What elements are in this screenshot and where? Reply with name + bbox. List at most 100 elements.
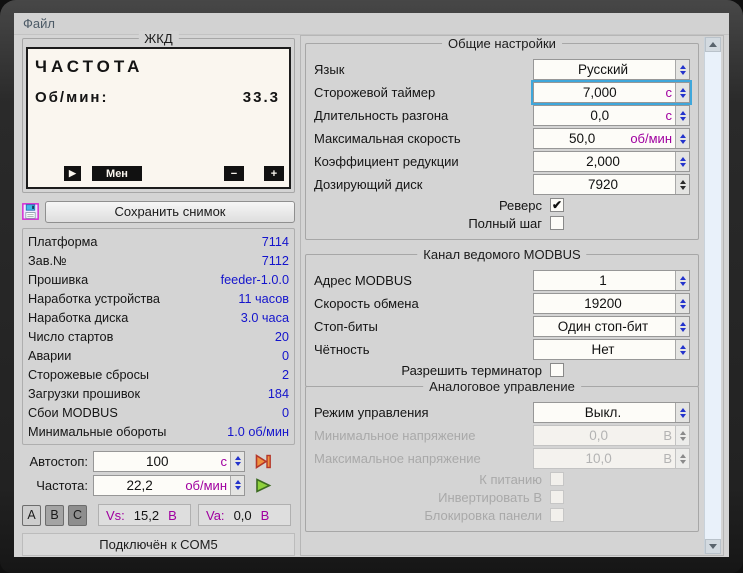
reverse-checkbox[interactable]: ✔ [550,198,564,212]
play-icon [256,477,272,493]
spin-buttons[interactable] [675,60,689,79]
lcd-line2: Об/мин: 33.3 [35,89,280,106]
spin-buttons[interactable] [675,271,689,290]
check-mark-icon: ✔ [551,198,563,212]
terminator-checkbox[interactable] [550,363,564,377]
scroll-down-button[interactable] [705,539,721,554]
ramp-duration-spinbox[interactable]: 0,0 с [533,105,690,126]
max-speed-spinbox[interactable]: 50,0 об/мин [533,128,690,149]
spin-down-icon[interactable] [679,350,686,355]
dosing-disk-row: Дозирующий диск 7920 [314,174,690,195]
spin-down-icon[interactable] [679,93,686,98]
spin-up-icon[interactable] [679,344,686,349]
language-spinbox[interactable]: Русский [533,59,690,80]
spin-up-icon[interactable] [679,133,686,138]
spin-buttons[interactable] [230,451,244,471]
baud-rate-row: Скорость обмена 19200 [314,293,690,314]
spin-buttons[interactable] [230,475,244,495]
spin-down-icon[interactable] [679,413,686,418]
window-frame: Файл ЖКД ЧАСТОТА Об/мин: 33.3 ▶ Мен − + [0,0,743,573]
spin-down-icon [679,436,686,441]
menu-file[interactable]: Файл [14,16,64,31]
spin-down-icon[interactable] [679,139,686,144]
spin-up-icon[interactable] [679,179,686,184]
spin-down-icon[interactable] [679,281,686,286]
spin-buttons[interactable] [675,294,689,313]
watchdog-timer-spinbox[interactable]: 7,000 с [531,80,692,105]
general-settings-title: Общие настройки [442,36,562,51]
parity-row: Чётность Нет [314,339,690,360]
spin-down-icon[interactable] [234,462,241,466]
min-voltage-spinbox: 0,0 В [533,425,690,446]
full-step-checkbox[interactable] [550,216,564,230]
analog-control-group: Аналоговое управление Режим управления В… [305,379,699,532]
preset-a-button[interactable]: A [22,504,41,526]
max-speed-row: Максимальная скорость 50,0 об/мин [314,128,690,149]
settings-scroll-area: Общие настройки Язык Русский Сторожевой … [300,35,724,556]
spin-up-icon[interactable] [679,275,686,280]
spin-buttons[interactable] [675,83,689,102]
spin-up-icon [679,430,686,435]
preset-c-button[interactable]: C [68,504,87,526]
lcd-play-icon: ▶ [64,166,81,181]
start-button[interactable] [251,474,275,496]
chevron-up-icon [709,42,717,47]
spin-up-icon[interactable] [679,64,686,69]
run-to-stop-button[interactable] [251,450,275,472]
spin-buttons[interactable] [675,129,689,148]
vertical-scrollbar[interactable] [704,37,721,554]
stop-bits-spinbox[interactable]: Один стоп-бит [533,316,690,337]
modbus-channel-group: Канал ведомого MODBUS Адрес MODBUS 1 Ско… [305,247,699,387]
analog-group-title: Аналоговое управление [423,379,581,394]
lcd-minus-key: − [224,166,244,181]
lcd-line1: ЧАСТОТА [35,57,144,76]
scroll-up-button[interactable] [705,37,721,52]
floppy-disk-icon [22,203,39,220]
spin-down-icon[interactable] [679,185,686,190]
preset-b-button[interactable]: B [45,504,64,526]
prop-row-disk-hours: Наработка диска 3.0 часа [28,310,289,325]
prop-row-modbus-errors: Сбои MODBUS 0 [28,406,289,421]
spin-down-icon[interactable] [679,70,686,75]
save-snapshot-button[interactable]: Сохранить снимок [45,200,295,223]
spin-down-icon[interactable] [679,327,686,332]
modbus-address-spinbox[interactable]: 1 [533,270,690,291]
va-voltage-display: Va: 0,0 В [198,504,291,526]
prop-row-serial: Зав.№ 7112 [28,253,289,268]
spin-up-icon[interactable] [679,407,686,412]
spin-up-icon[interactable] [679,87,686,92]
prop-row-device-hours: Наработка устройства 11 часов [28,291,289,306]
spin-buttons[interactable] [675,403,689,422]
reduction-ratio-spinbox[interactable]: 2,000 [533,151,690,172]
spin-down-icon[interactable] [679,162,686,167]
watchdog-timer-row: Сторожевой таймер 7,000 с [314,80,692,105]
spin-buttons[interactable] [675,106,689,125]
control-mode-spinbox[interactable]: Выкл. [533,402,690,423]
spin-down-icon[interactable] [679,116,686,121]
frequency-spinbox[interactable]: 22,2 об/мин [93,474,245,496]
spin-up-icon[interactable] [679,298,686,303]
prop-row-platform: Платформа 7114 [28,234,289,249]
spin-buttons[interactable] [675,317,689,336]
skip-to-end-icon [255,453,271,469]
baud-rate-spinbox[interactable]: 19200 [533,293,690,314]
prop-row-watchdog-resets: Сторожевые сбросы 2 [28,368,289,383]
spin-up-icon[interactable] [234,456,241,460]
spin-buttons[interactable] [675,152,689,171]
spin-up-icon[interactable] [234,480,241,484]
spin-down-icon[interactable] [679,304,686,309]
spin-buttons[interactable] [675,340,689,359]
spin-down-icon[interactable] [234,486,241,490]
spin-up-icon[interactable] [679,156,686,161]
dosing-disk-spinbox[interactable]: 7920 [533,174,690,195]
spin-up-icon[interactable] [679,321,686,326]
spin-buttons[interactable] [675,175,689,194]
full-step-row: Полный шаг [314,215,690,231]
prop-row-alarms: Аварии 0 [28,349,289,364]
vs-voltage-display: Vs: 15,2 В [98,504,191,526]
prop-row-fw-loads: Загрузки прошивок 184 [28,387,289,402]
parity-spinbox[interactable]: Нет [533,339,690,360]
spin-up-icon[interactable] [679,110,686,115]
lcd-rpm-value: 33.3 [242,89,280,106]
autostop-spinbox[interactable]: 100 с [93,450,245,472]
